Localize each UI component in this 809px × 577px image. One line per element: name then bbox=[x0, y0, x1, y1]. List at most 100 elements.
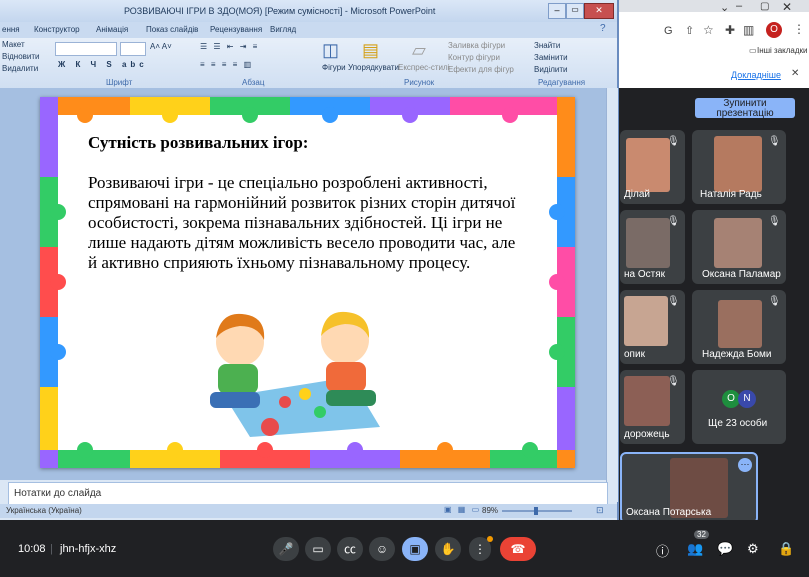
mic-off-icon: 🎙 bbox=[768, 136, 781, 147]
profile-avatar[interactable]: O bbox=[766, 22, 782, 38]
zoom-slider-thumb[interactable] bbox=[534, 507, 538, 515]
mic-button[interactable]: 🎤 bbox=[273, 537, 299, 561]
paragraph-group-label: Абзац bbox=[242, 78, 265, 87]
replace-button[interactable]: Замінити bbox=[534, 53, 568, 62]
reset-button[interactable]: Відновити bbox=[2, 52, 40, 61]
more-options-icon[interactable]: ⋯ bbox=[738, 458, 752, 472]
stop-presenting-button[interactable]: Зупинити презентацію bbox=[695, 98, 795, 119]
other-bookmarks[interactable]: Інші закладки bbox=[757, 46, 808, 55]
participant-tile[interactable]: 🎙 на Остяк bbox=[620, 210, 685, 284]
microphone-icon: 🎤 bbox=[278, 542, 294, 556]
shapes-icon[interactable]: ◫ bbox=[322, 40, 339, 61]
mic-off-icon: 🎙 bbox=[768, 296, 781, 307]
captions-icon: ㏄ bbox=[343, 542, 356, 556]
tab-slideshow[interactable]: Показ слайдів bbox=[146, 25, 198, 34]
format-buttons-icon[interactable]: Ж К Ч S abc bbox=[58, 60, 148, 69]
camera-button[interactable]: ▭ bbox=[305, 537, 331, 561]
people-count-badge: 32 bbox=[694, 530, 709, 539]
arrange-icon[interactable]: ▤ bbox=[362, 40, 379, 61]
status-language[interactable]: Українська (Україна) bbox=[6, 506, 82, 515]
self-view-tile[interactable]: ⋯ Оксана Потарська bbox=[620, 452, 758, 524]
tab-home[interactable]: ення bbox=[2, 25, 20, 34]
meet-info-banner: Докладніше ✕ bbox=[617, 64, 809, 88]
slide[interactable]: Сутність розвивальних ігор: Розвиваючі і… bbox=[40, 97, 575, 468]
slide-text-box[interactable]: Сутність розвивальних ігор: Розвиваючі і… bbox=[88, 133, 528, 273]
camera-icon: ▭ bbox=[312, 542, 324, 556]
help-icon[interactable]: ? bbox=[600, 23, 606, 34]
restore-icon[interactable]: ▭ bbox=[566, 3, 584, 19]
people-icon[interactable]: 👥 bbox=[687, 541, 703, 557]
end-call-button[interactable]: ☎ bbox=[500, 537, 536, 561]
layout-button[interactable]: Макет bbox=[2, 40, 25, 49]
window-title: РОЗВИВАЮЧІ ІГРИ В ЗДО(МОЯ) [Режим сумісн… bbox=[124, 6, 436, 16]
host-controls-icon[interactable]: 🔒 bbox=[778, 541, 794, 557]
extensions-icon[interactable]: ✚ bbox=[725, 23, 735, 37]
shape-fill-button[interactable]: Заливка фігури bbox=[448, 41, 505, 50]
meeting-time: 10:08 bbox=[18, 543, 46, 555]
minimize-icon[interactable]: – bbox=[548, 3, 566, 19]
font-name-select[interactable] bbox=[55, 42, 117, 56]
shape-outline-button[interactable]: Контур фігури bbox=[448, 53, 500, 62]
separator: | bbox=[50, 543, 53, 555]
drawing-group-label: Рисунок bbox=[404, 78, 435, 87]
participant-tile[interactable]: 🎙 опик bbox=[620, 290, 685, 364]
delete-button[interactable]: Видалити bbox=[2, 64, 38, 73]
tab-design[interactable]: Конструктор bbox=[34, 25, 80, 34]
grow-font-icon[interactable]: A˄ A˅ bbox=[150, 42, 172, 51]
share-icon[interactable]: ⇧ bbox=[685, 24, 694, 37]
align-buttons-icon[interactable]: ≡ ≡ ≡ ≡ ▥ bbox=[200, 60, 253, 69]
participant-video bbox=[718, 300, 762, 348]
google-icon[interactable]: G bbox=[664, 25, 673, 37]
list-buttons-icon[interactable]: ☰ ☰ ⇤ ⇥ ≡ bbox=[200, 42, 259, 51]
children-playing-illustration bbox=[210, 311, 380, 437]
participant-name: Ділай bbox=[624, 189, 650, 200]
tab-review[interactable]: Рецензування bbox=[210, 25, 262, 34]
others-tile[interactable]: O N Ще 23 особи bbox=[692, 370, 786, 444]
meeting-code: jhn-hfjx-xhz bbox=[60, 543, 117, 555]
slide-heading: Сутність розвивальних ігор: bbox=[88, 133, 309, 152]
details-link[interactable]: Докладніше bbox=[731, 70, 781, 80]
participant-name: на Остяк bbox=[624, 269, 666, 280]
chat-icon[interactable]: 💬 bbox=[717, 541, 733, 557]
tab-animation[interactable]: Анімація bbox=[96, 25, 128, 34]
raise-hand-button[interactable]: ✋ bbox=[435, 537, 461, 561]
zoom-level[interactable]: 89% bbox=[482, 506, 498, 515]
participant-tile[interactable]: 🎙 дорожець bbox=[620, 370, 685, 444]
font-size-select[interactable] bbox=[120, 42, 146, 56]
shapes-button[interactable]: Фігури bbox=[322, 63, 346, 72]
participant-tile[interactable]: 🎙 Оксана Паламар bbox=[692, 210, 786, 284]
mic-off-icon: 🎙 bbox=[667, 376, 680, 387]
shape-effects-button[interactable]: Ефекти для фігур bbox=[448, 65, 514, 74]
tab-view[interactable]: Вигляд bbox=[270, 25, 296, 34]
notes-placeholder: Нотатки до слайда bbox=[14, 488, 102, 499]
find-button[interactable]: Знайти bbox=[534, 41, 560, 50]
quick-styles-button[interactable]: Експрес-стилі bbox=[398, 63, 449, 72]
info-icon[interactable]: ⓘ bbox=[656, 541, 669, 560]
sidepanel-icon[interactable]: ▥ bbox=[743, 23, 754, 37]
star-icon[interactable]: ☆ bbox=[703, 23, 714, 37]
view-buttons-icon[interactable]: ▣ ▦ ▭ bbox=[444, 505, 481, 514]
participant-tile[interactable]: 🎙 Ділай bbox=[620, 130, 685, 204]
quick-styles-icon[interactable]: ▱ bbox=[412, 40, 426, 61]
participant-tile[interactable]: 🎙 Наталія Радь bbox=[692, 130, 786, 204]
participant-name: Оксана Паламар bbox=[702, 269, 781, 280]
present-button[interactable]: ▣ bbox=[402, 537, 428, 561]
notes-pane[interactable]: Нотатки до слайда bbox=[8, 482, 608, 506]
reactions-button[interactable]: ☺ bbox=[369, 537, 395, 561]
activities-icon[interactable]: ⚙ bbox=[747, 541, 759, 557]
close-icon[interactable]: ✕ bbox=[584, 3, 614, 19]
fit-slide-icon[interactable]: ⊡ bbox=[596, 505, 604, 516]
select-button[interactable]: Виділити bbox=[534, 65, 568, 74]
menu-icon[interactable]: ⋮ bbox=[793, 22, 805, 36]
captions-button[interactable]: ㏄ bbox=[337, 537, 363, 561]
more-vert-icon: ⋮ bbox=[474, 542, 486, 556]
mic-off-icon: 🎙 bbox=[768, 216, 781, 227]
close-icon[interactable]: ✕ bbox=[791, 68, 799, 79]
participant-tile[interactable]: 🎙 Надежда Боми bbox=[692, 290, 786, 364]
arrange-button[interactable]: Упорядкувати bbox=[348, 63, 399, 72]
minimize-icon[interactable]: – bbox=[736, 0, 742, 12]
maximize-icon[interactable]: ▢ bbox=[760, 1, 769, 12]
powerpoint-titlebar: РОЗВИВАЮЧІ ІГРИ В ЗДО(МОЯ) [Режим сумісн… bbox=[0, 0, 617, 22]
vertical-scrollbar[interactable] bbox=[606, 88, 618, 502]
participant-video bbox=[624, 296, 668, 346]
